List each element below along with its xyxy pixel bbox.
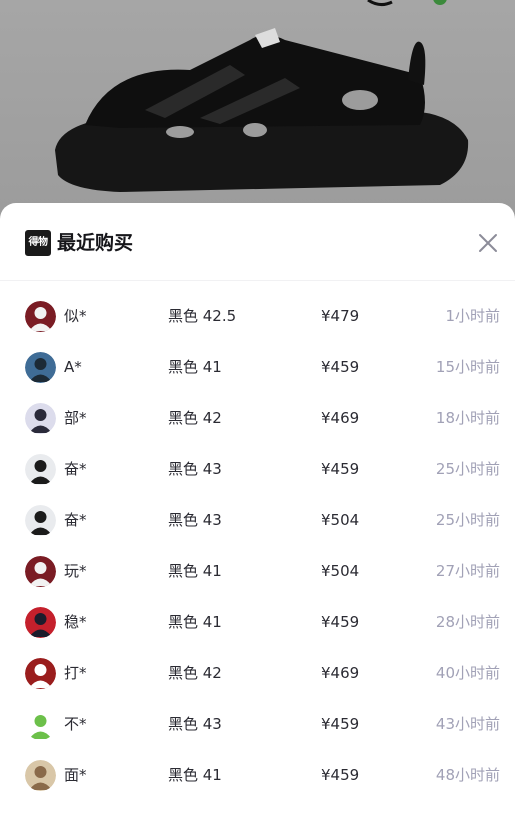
purchase-price: ¥459 xyxy=(321,766,360,784)
product-spec: 黑色 42.5 xyxy=(168,307,237,325)
purchase-row: 似* 黑色 42.5 ¥479 1小时前 xyxy=(0,291,515,342)
purchase-price: ¥469 xyxy=(321,409,360,427)
purchase-list: 似* 黑色 42.5 ¥479 1小时前 A* 黑色 41 ¥459 15小时前部* 黑色 42… xyxy=(0,291,515,801)
dewu-logo-icon: 得物 xyxy=(25,230,51,256)
user-avatar[interactable] xyxy=(25,352,56,383)
user-avatar[interactable] xyxy=(25,760,56,791)
recent-purchases-sheet: 得物 最近购买 似* 黑色 42.5 ¥479 1小时前 A* 黑色 41 ¥459 15小时… xyxy=(0,203,515,823)
purchase-price: ¥504 xyxy=(321,562,360,580)
product-spec: 黑色 42 xyxy=(168,664,222,682)
purchase-time: 40小时前 xyxy=(435,664,500,682)
purchase-row: 面* 黑色 41 ¥459 48小时前 xyxy=(0,750,515,801)
buyer-name: 奋* xyxy=(64,511,87,529)
purchase-time: 27小时前 xyxy=(435,562,500,580)
buyer-name: 奋* xyxy=(64,460,87,478)
green-monster-avatar[interactable] xyxy=(25,709,56,740)
product-spec: 黑色 41 xyxy=(168,562,222,580)
red-pattern-avatar[interactable] xyxy=(25,301,56,332)
purchase-row: 部* 黑色 42 ¥469 18小时前 xyxy=(0,393,515,444)
cartoon-head-avatar[interactable] xyxy=(25,403,56,434)
purchase-time: 25小时前 xyxy=(435,511,500,529)
buyer-name: 面* xyxy=(64,766,87,784)
sandal-image xyxy=(55,0,469,192)
purchase-time: 48小时前 xyxy=(435,766,500,784)
purchase-row: 不* 黑色 43 ¥459 43小时前 xyxy=(0,699,515,750)
user-avatar[interactable] xyxy=(25,301,56,332)
user-avatar[interactable] xyxy=(25,607,56,638)
sunset-photo-avatar[interactable] xyxy=(25,352,56,383)
sheet-header: 得物 最近购买 xyxy=(0,203,515,281)
buyer-name: 玩* xyxy=(64,562,87,580)
buyer-name: 部* xyxy=(64,409,87,427)
purchase-price: ¥459 xyxy=(321,715,360,733)
person-photo-avatar[interactable] xyxy=(25,454,56,485)
purchase-price: ¥504 xyxy=(321,511,360,529)
purchase-time: 1小时前 xyxy=(445,307,500,325)
user-avatar[interactable] xyxy=(25,403,56,434)
purchase-time: 18小时前 xyxy=(435,409,500,427)
red-text-avatar[interactable] xyxy=(25,658,56,689)
user-avatar[interactable] xyxy=(25,454,56,485)
product-spec: 黑色 41 xyxy=(168,766,222,784)
close-icon[interactable] xyxy=(474,229,502,257)
buyer-name: 不* xyxy=(64,715,87,733)
purchase-time: 25小时前 xyxy=(435,460,500,478)
user-avatar[interactable] xyxy=(25,709,56,740)
purchase-row: A* 黑色 41 ¥459 15小时前 xyxy=(0,342,515,393)
purchase-row: 稳* 黑色 41 ¥459 28小时前 xyxy=(0,597,515,648)
user-avatar[interactable] xyxy=(25,556,56,587)
purchase-time: 43小时前 xyxy=(435,715,500,733)
purchase-time: 28小时前 xyxy=(435,613,500,631)
purchase-price: ¥459 xyxy=(321,613,360,631)
buyer-name: A* xyxy=(64,358,82,376)
purchase-price: ¥479 xyxy=(321,307,360,325)
product-image xyxy=(0,0,515,215)
purchase-time: 15小时前 xyxy=(435,358,500,376)
purchase-row: 奋* 黑色 43 ¥504 25小时前 xyxy=(0,495,515,546)
user-avatar[interactable] xyxy=(25,658,56,689)
buyer-name: 打* xyxy=(64,664,87,682)
anime-red-avatar[interactable] xyxy=(25,607,56,638)
product-spec: 黑色 41 xyxy=(168,613,222,631)
buyer-name: 稳* xyxy=(64,613,87,631)
person-photo-avatar[interactable] xyxy=(25,505,56,536)
purchase-row: 打* 黑色 42 ¥469 40小时前 xyxy=(0,648,515,699)
sheet-title: 最近购买 xyxy=(57,232,134,254)
product-spec: 黑色 42 xyxy=(168,409,222,427)
purchase-price: ¥459 xyxy=(321,460,360,478)
product-spec: 黑色 41 xyxy=(168,358,222,376)
close-button[interactable] xyxy=(474,229,502,257)
product-spec: 黑色 43 xyxy=(168,511,222,529)
purchase-row: 玩* 黑色 41 ¥504 27小时前 xyxy=(0,546,515,597)
purchase-row: 奋* 黑色 43 ¥459 25小时前 xyxy=(0,444,515,495)
product-spec: 黑色 43 xyxy=(168,715,222,733)
purchase-price: ¥469 xyxy=(321,664,360,682)
buyer-name: 似* xyxy=(64,307,87,325)
pet-photo-avatar[interactable] xyxy=(25,760,56,791)
purchase-price: ¥459 xyxy=(321,358,360,376)
red-pattern-avatar[interactable] xyxy=(25,556,56,587)
product-spec: 黑色 43 xyxy=(168,460,222,478)
user-avatar[interactable] xyxy=(25,505,56,536)
